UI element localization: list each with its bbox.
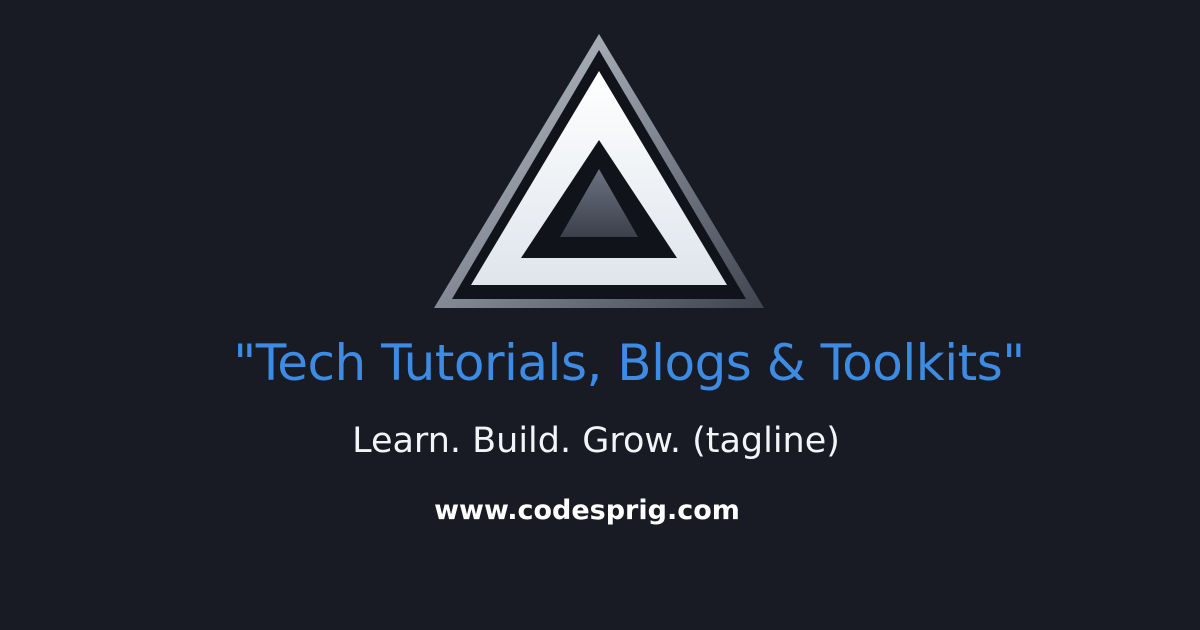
nested-triangle-logo-icon [434, 34, 764, 308]
page-title: "Tech Tutorials, Blogs & Toolkits" [233, 334, 1025, 392]
tagline: Learn. Build. Grow. (tagline) [352, 421, 840, 461]
website-url: www.codesprig.com [434, 495, 740, 526]
